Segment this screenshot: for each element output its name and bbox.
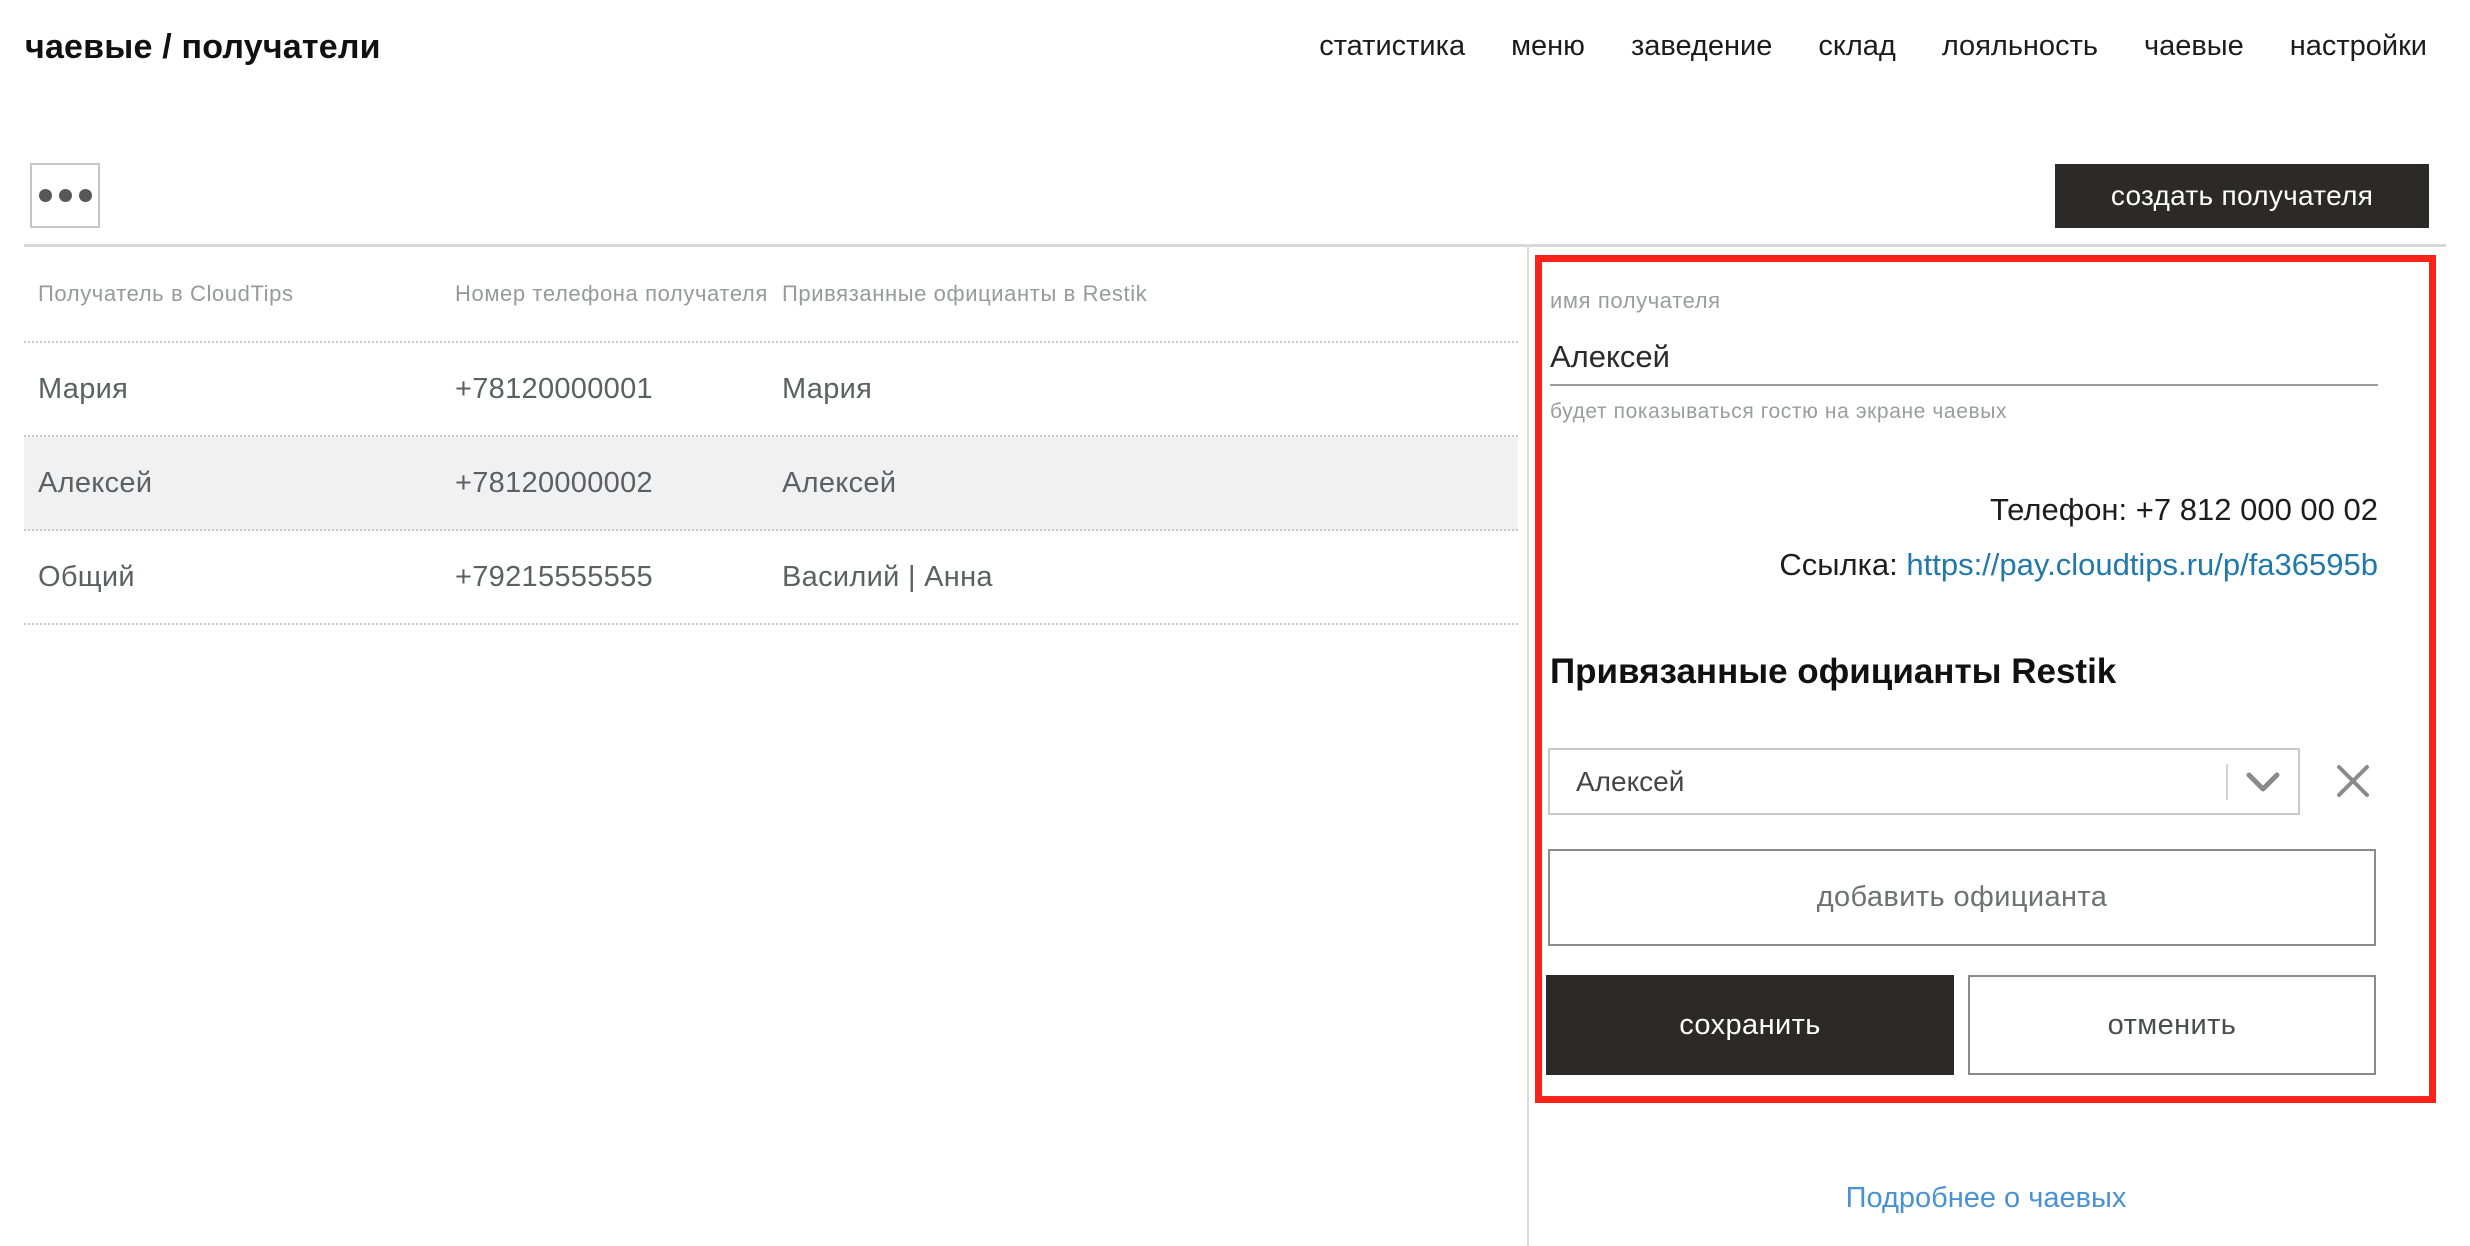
nav-item-tips[interactable]: чаевые: [2144, 30, 2244, 63]
save-button[interactable]: сохранить: [1546, 975, 1954, 1075]
column-header-recipient: Получатель в CloudTips: [24, 281, 441, 307]
cloudtips-payment-link[interactable]: https://pay.cloudtips.ru/p/fa36595b: [1906, 547, 2378, 582]
table-header-row: Получатель в CloudTips Номер телефона по…: [24, 246, 1518, 343]
table-row-maria[interactable]: Мария +78120000001 Мария: [24, 343, 1518, 437]
tips-more-link[interactable]: Подробнее о чаевых: [1537, 1182, 2435, 1215]
recipient-link-line: Ссылка: https://pay.cloudtips.ru/p/fa365…: [1550, 547, 2378, 583]
remove-waiter-close-icon[interactable]: [2332, 760, 2374, 802]
cell-phone: +78120000002: [441, 467, 768, 500]
top-nav: статистика меню заведение склад лояльнос…: [1319, 30, 2427, 63]
add-waiter-button[interactable]: добавить официанта: [1548, 849, 2376, 946]
link-label: Ссылка:: [1779, 547, 1897, 582]
recipients-table: Получатель в CloudTips Номер телефона по…: [24, 246, 1518, 625]
table-row-alexey-selected[interactable]: Алексей +78120000002 Алексей: [24, 437, 1518, 531]
waiter-select[interactable]: Алексей: [1548, 748, 2300, 815]
nav-item-menu[interactable]: меню: [1511, 30, 1585, 63]
cell-phone: +78120000001: [441, 373, 768, 406]
nav-item-settings[interactable]: настройки: [2290, 30, 2427, 63]
ellipsis-icon: [39, 189, 52, 202]
phone-value: +7 812 000 00 02: [2136, 492, 2378, 527]
cell-recipient: Алексей: [24, 467, 441, 500]
recipient-name-hint: будет показываться гостю на экране чаевы…: [1550, 400, 2007, 424]
column-header-waiters: Привязанные официанты в Restik: [768, 281, 1518, 307]
nav-item-venue[interactable]: заведение: [1631, 30, 1772, 63]
cancel-button[interactable]: отменить: [1968, 975, 2376, 1075]
nav-item-stock[interactable]: склад: [1818, 30, 1895, 63]
create-recipient-button[interactable]: создать получателя: [2055, 164, 2429, 228]
ellipsis-icon: [79, 189, 92, 202]
content-divider: [1527, 244, 1529, 1246]
recipient-name-input[interactable]: [1550, 330, 2378, 386]
cell-waiters: Василий | Анна: [768, 561, 1518, 594]
more-actions-button[interactable]: [30, 163, 100, 228]
phone-label: Телефон:: [1990, 492, 2127, 527]
cell-waiters: Мария: [768, 373, 1518, 406]
waiter-select-value: Алексей: [1550, 766, 2226, 798]
page-title: чаевые / получатели: [25, 28, 381, 67]
nav-item-loyalty[interactable]: лояльность: [1942, 30, 2098, 63]
recipient-name-label: имя получателя: [1550, 288, 1721, 314]
cell-waiters: Алексей: [768, 467, 1518, 500]
recipient-phone-line: Телефон: +7 812 000 00 02: [1550, 492, 2378, 528]
ellipsis-icon: [59, 189, 72, 202]
tips-recipients-page: чаевые / получатели статистика меню заве…: [0, 0, 2470, 1246]
cell-recipient: Общий: [24, 561, 441, 594]
column-header-phone: Номер телефона получателя: [441, 281, 768, 307]
table-row-common[interactable]: Общий +79215555555 Василий | Анна: [24, 531, 1518, 625]
linked-waiters-heading: Привязанные официанты Restik: [1550, 652, 2116, 692]
chevron-down-icon[interactable]: [2228, 771, 2298, 793]
cell-phone: +79215555555: [441, 561, 768, 594]
cell-recipient: Мария: [24, 373, 441, 406]
nav-item-statistics[interactable]: статистика: [1319, 30, 1465, 63]
